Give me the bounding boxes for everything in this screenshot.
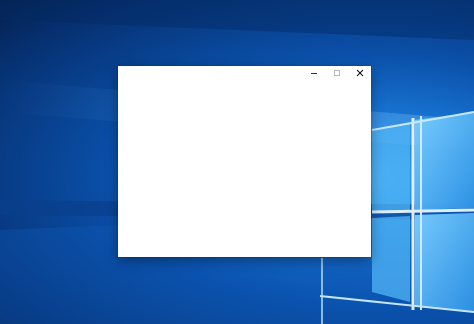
app-window[interactable]: [118, 66, 371, 257]
maximize-button[interactable]: [325, 66, 348, 79]
desktop: [0, 0, 474, 324]
window-content: [118, 79, 371, 257]
close-icon: [356, 69, 363, 76]
minimize-icon: [310, 72, 317, 74]
close-button[interactable]: [348, 66, 371, 79]
maximize-icon: [333, 69, 340, 76]
title-bar[interactable]: [118, 66, 371, 79]
minimize-button[interactable]: [302, 66, 325, 79]
